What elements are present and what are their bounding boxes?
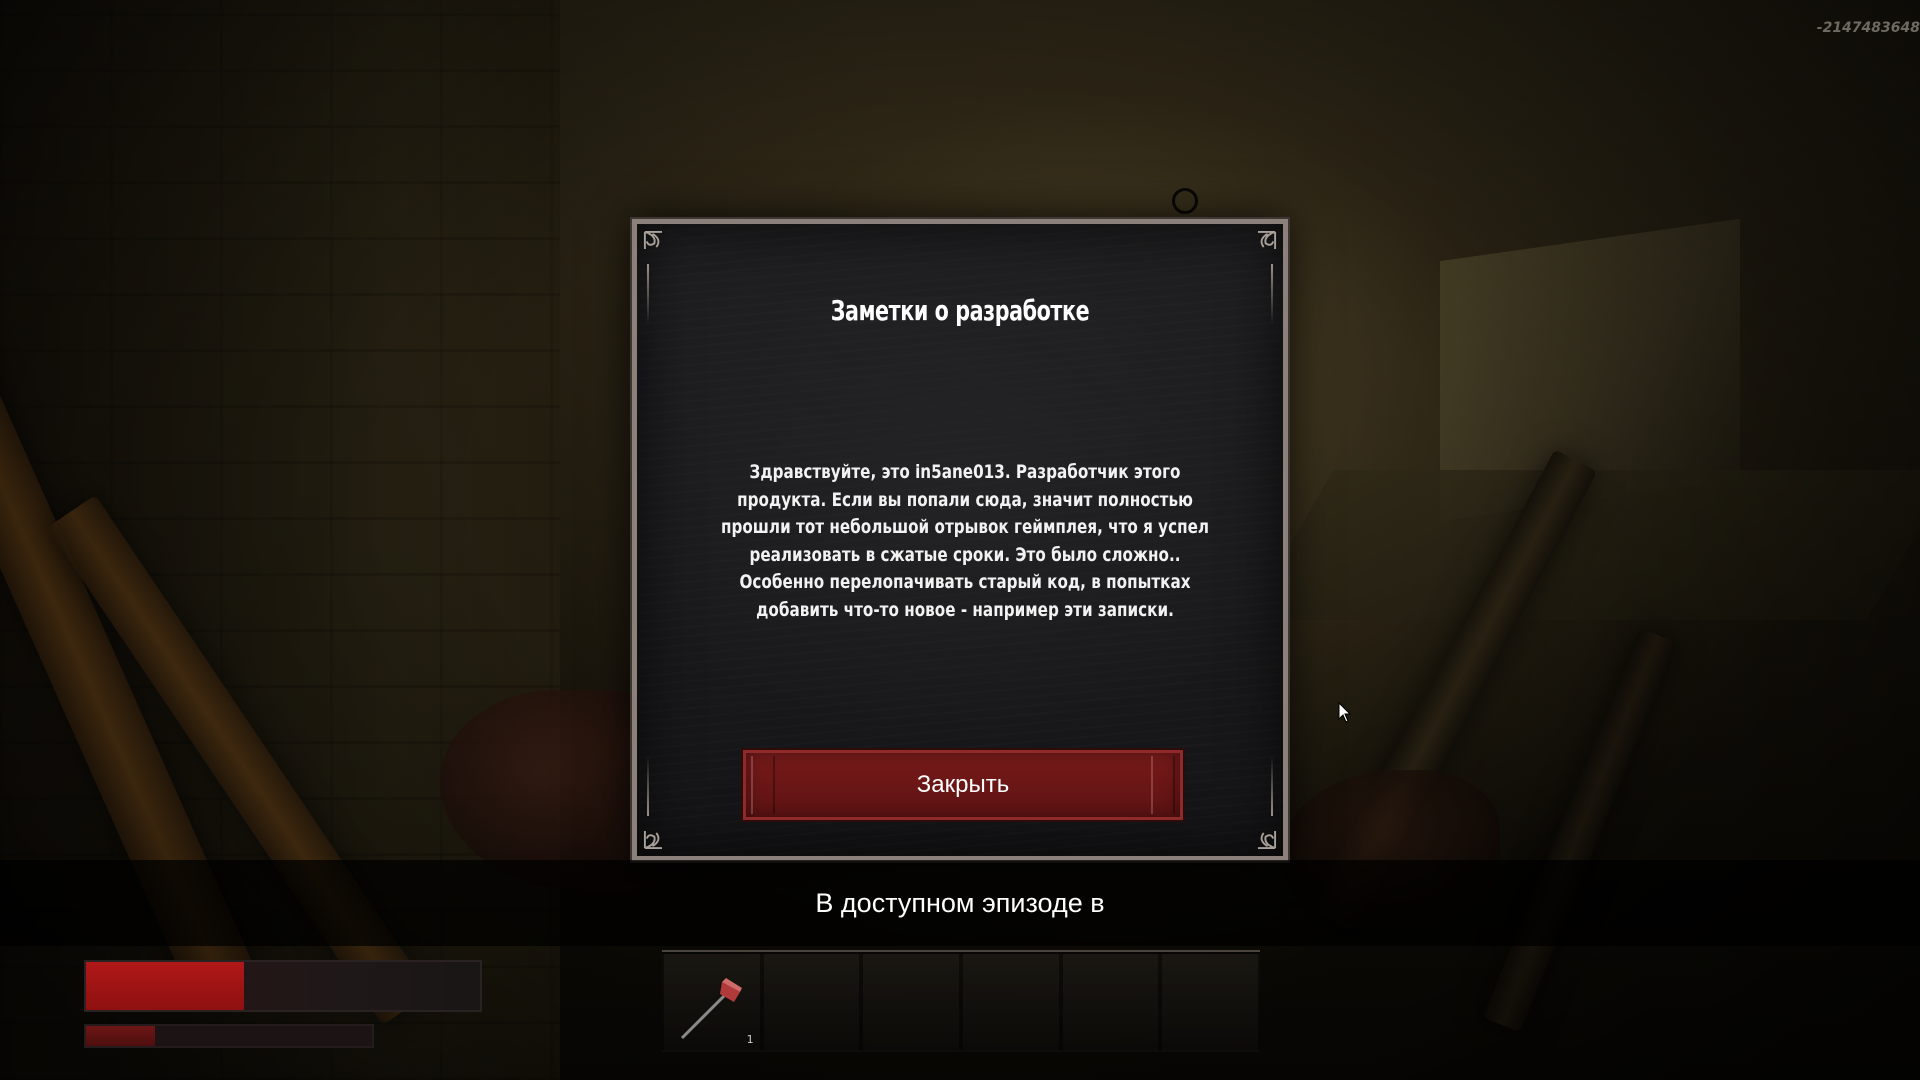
frame-accent [1271,264,1273,324]
hanging-hook-icon [1172,188,1198,214]
frame-accent [647,264,649,324]
hotbar-slot-2[interactable] [761,952,862,1052]
axe-icon [680,978,742,1040]
slot-count: 1 [746,1033,754,1046]
hotbar-slot-6[interactable] [1160,952,1261,1052]
subtitle-text: В доступном эпизоде в [815,887,1105,918]
ornament-corner-icon [1239,230,1277,268]
stamina-bar [84,1024,374,1048]
health-bar [84,960,482,1012]
hotbar-slot-1[interactable]: 1 [662,952,762,1052]
dialog-title: Заметки о разработке [830,294,1090,327]
hotbar-slot-4[interactable] [961,952,1061,1052]
close-button-label: Закрыть [916,771,1010,798]
stamina-bar-fill [86,1026,155,1046]
hotbar-slot-5[interactable] [1060,952,1161,1052]
frame-accent [647,756,649,816]
health-bar-fill [86,962,244,1010]
close-button[interactable]: Закрыть [741,748,1185,822]
mouse-cursor-icon [1338,702,1352,723]
dev-notes-dialog: Заметки о разработке Здравствуйте, это i… [630,217,1290,863]
frame-accent [1271,756,1273,816]
subtitle-bar: В доступном эпизоде в [0,860,1920,946]
dialog-body-text: Здравствуйте, это in5ane013. Разработчик… [720,461,1210,621]
hotbar-slot-3[interactable] [861,952,962,1052]
ornament-corner-icon [643,230,681,268]
debug-id-readout: -2147483648 [1816,20,1920,36]
ornament-corner-icon [643,812,681,850]
ornament-corner-icon [1239,812,1277,850]
hotbar: 1 [662,950,1261,1052]
